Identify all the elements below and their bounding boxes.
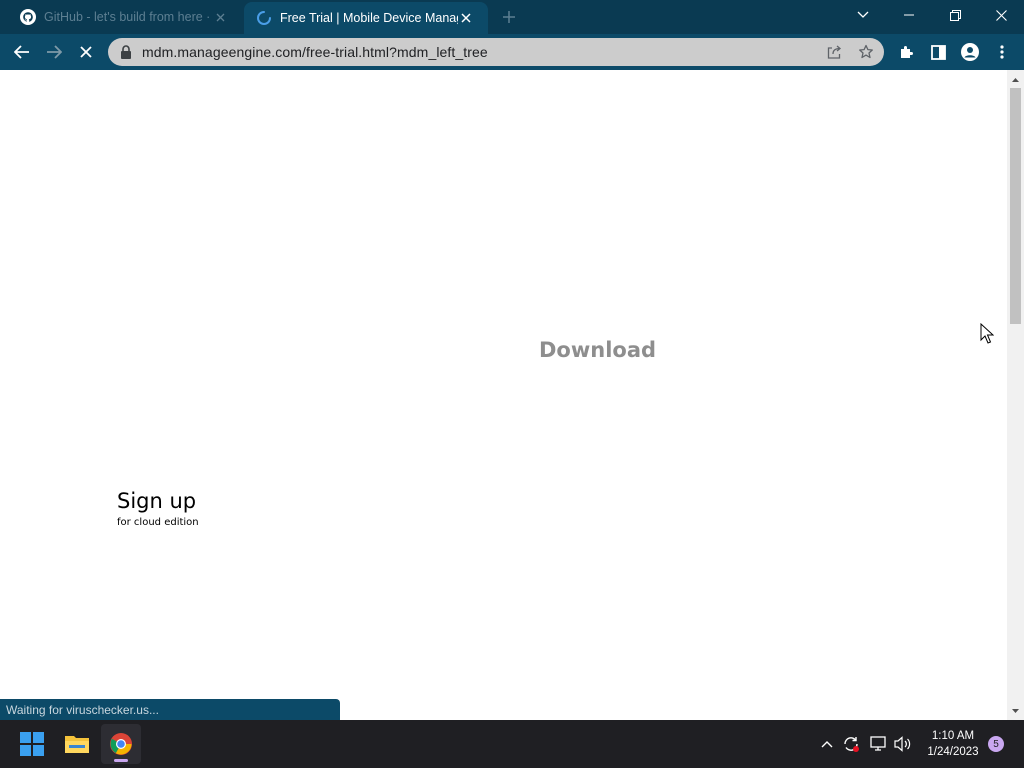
tab-title: Free Trial | Mobile Device Management	[280, 11, 458, 25]
vertical-scrollbar[interactable]	[1007, 70, 1024, 720]
page-viewport: Download Sign up for cloud edition	[0, 70, 1007, 720]
start-button[interactable]	[12, 724, 52, 764]
active-app-indicator	[114, 759, 128, 762]
url-text[interactable]: mdm.manageengine.com/free-trial.html?mdm…	[142, 44, 488, 60]
tab-github[interactable]: GitHub - let's build from here · GitHub	[8, 0, 242, 34]
minimize-icon	[904, 14, 914, 16]
clock-time: 1:10 AM	[931, 730, 975, 742]
speaker-icon	[894, 736, 911, 752]
arrow-left-icon	[14, 45, 29, 59]
clock-date: 1/24/2023	[927, 746, 979, 758]
system-clock[interactable]: 1:10 AM 1/24/2023	[920, 728, 986, 760]
tab-search-button[interactable]	[840, 0, 886, 30]
notification-badge[interactable]: 5	[988, 736, 1004, 752]
close-tab-icon[interactable]	[212, 9, 228, 25]
scroll-down-icon[interactable]	[1011, 706, 1020, 715]
close-icon	[995, 9, 1007, 21]
browser-menu-button[interactable]	[990, 40, 1014, 64]
file-explorer-icon	[65, 736, 89, 753]
close-tab-icon[interactable]	[458, 10, 474, 26]
restore-icon	[949, 9, 961, 21]
profile-avatar-icon	[961, 43, 979, 61]
show-hidden-icons-button[interactable]	[818, 735, 836, 753]
extensions-button[interactable]	[894, 40, 918, 64]
scrollbar-thumb[interactable]	[1010, 88, 1021, 324]
minimize-button[interactable]	[886, 0, 932, 30]
signup-subtitle: for cloud edition	[117, 517, 199, 528]
scroll-up-icon[interactable]	[1011, 76, 1020, 85]
chrome-icon	[110, 733, 132, 755]
volume-button[interactable]	[894, 735, 912, 753]
status-bubble: Waiting for viruschecker.us...	[0, 699, 340, 720]
close-icon	[80, 46, 92, 58]
stop-loading-button[interactable]	[74, 40, 98, 64]
back-button[interactable]	[10, 40, 34, 64]
status-text: Waiting for viruschecker.us...	[6, 702, 159, 717]
signup-title[interactable]: Sign up	[117, 489, 196, 513]
address-bar[interactable]: mdm.manageengine.com/free-trial.html?mdm…	[108, 38, 884, 66]
chevron-down-icon	[857, 11, 869, 18]
kebab-menu-icon	[1000, 45, 1004, 59]
browser-toolbar: mdm.manageengine.com/free-trial.html?mdm…	[0, 34, 1024, 70]
side-panel-button[interactable]	[926, 40, 950, 64]
sync-icon	[844, 737, 859, 752]
forward-button[interactable]	[42, 40, 66, 64]
new-tab-icon[interactable]	[500, 8, 518, 26]
arrow-right-icon	[47, 45, 62, 59]
lock-icon	[121, 45, 131, 59]
share-icon[interactable]	[826, 44, 842, 60]
windows-start-icon	[20, 732, 44, 756]
tab-title: GitHub - let's build from here · GitHub	[44, 10, 212, 24]
chrome-taskbar-button[interactable]	[101, 724, 141, 764]
github-icon	[20, 9, 36, 25]
profile-button[interactable]	[958, 40, 982, 64]
restore-button[interactable]	[932, 0, 978, 30]
file-explorer-button[interactable]	[57, 724, 97, 764]
chevron-up-icon	[821, 741, 833, 748]
tab-free-trial[interactable]: Free Trial | Mobile Device Management	[244, 2, 488, 34]
puzzle-icon	[901, 46, 913, 58]
taskbar: 1:10 AM 1/24/2023 5	[0, 720, 1024, 768]
download-button[interactable]: Download	[539, 338, 656, 362]
network-icon	[870, 736, 886, 751]
bookmark-star-icon[interactable]	[858, 44, 874, 60]
mouse-cursor-icon	[980, 323, 994, 344]
side-panel-icon	[930, 44, 946, 60]
close-window-button[interactable]	[978, 0, 1024, 30]
sync-status-button[interactable]	[842, 735, 860, 753]
network-button[interactable]	[870, 735, 888, 753]
loading-spinner-icon	[257, 11, 271, 25]
tab-strip: GitHub - let's build from here · GitHub …	[0, 0, 1024, 34]
